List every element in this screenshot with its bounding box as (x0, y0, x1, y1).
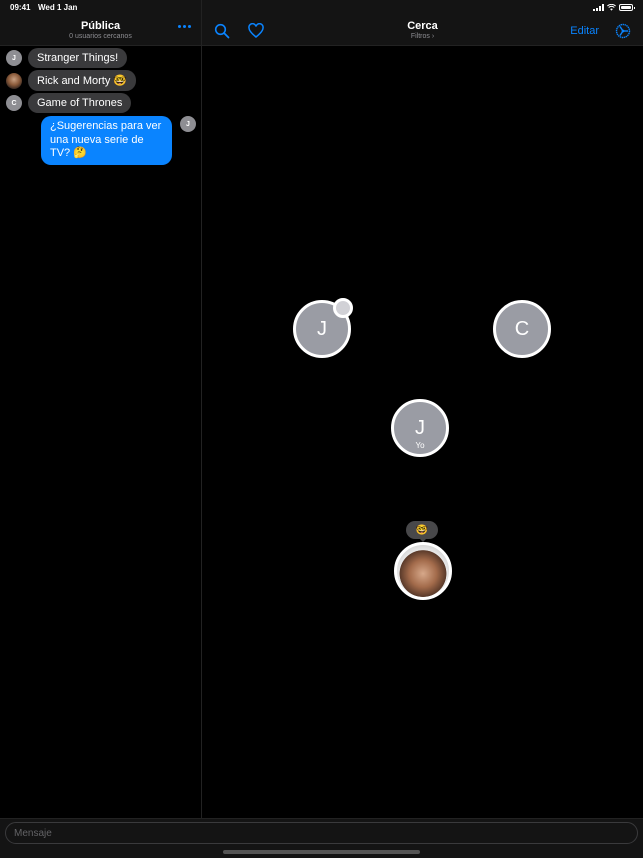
steering-wheel-icon[interactable] (615, 23, 631, 39)
status-time: 09:41 (10, 3, 31, 12)
composer-bar (0, 818, 643, 858)
peer-photo-avatar[interactable] (394, 542, 452, 600)
system-indicators (593, 4, 635, 11)
message-input[interactable] (5, 822, 638, 844)
public-chat-header: Pública 0 usuarios cercanos (0, 16, 201, 46)
message-bubble: Stranger Things! (28, 48, 128, 68)
nearby-header: Cerca Filtros › Editar (202, 16, 643, 46)
peer-status-badge (333, 298, 353, 318)
message-bubble: Game of Thrones (28, 93, 132, 113)
self-label: Yo (415, 441, 425, 450)
own-avatar[interactable]: J (180, 116, 196, 132)
avatar[interactable]: C (6, 95, 22, 111)
status-bar: 09:41 Wed 1 Jan (0, 0, 643, 16)
signal-icon (593, 4, 604, 11)
ellipsis-dot (183, 25, 186, 28)
chat-title: Pública (80, 20, 121, 32)
edit-button[interactable]: Editar (570, 25, 599, 37)
nearby-users-count: 0 usuarios cercanos (69, 33, 132, 40)
ellipsis-dot (188, 25, 191, 28)
home-indicator[interactable] (223, 850, 420, 854)
peer-avatar[interactable]: J (293, 298, 353, 358)
more-options-button[interactable] (178, 25, 191, 28)
outgoing-message-bubble[interactable]: ¿Sugerencias para ver una nueva serie de… (41, 116, 172, 165)
message-bubble: Rick and Morty 🤓 (28, 70, 137, 91)
ellipsis-icon (178, 25, 181, 28)
peer-initial: C (514, 317, 530, 340)
peer-initial: J (415, 416, 425, 439)
peer-avatar[interactable]: C (493, 300, 551, 358)
avatar[interactable] (6, 72, 22, 89)
message-item[interactable]: J Stranger Things! (6, 48, 128, 68)
message-item[interactable]: C Game of Thrones (6, 93, 132, 113)
message-item[interactable]: Rick and Morty 🤓 (6, 70, 137, 91)
avatar[interactable]: J (6, 50, 22, 66)
wifi-icon (607, 4, 616, 11)
peer-emoji-status: 🤓 (406, 521, 438, 542)
self-avatar[interactable]: J Yo (391, 399, 449, 457)
status-date: Wed 1 Jan (38, 3, 78, 12)
peer-initial: J (317, 317, 327, 340)
nearby-map: J C J Yo 🤓 (202, 47, 643, 818)
battery-icon (619, 4, 635, 11)
